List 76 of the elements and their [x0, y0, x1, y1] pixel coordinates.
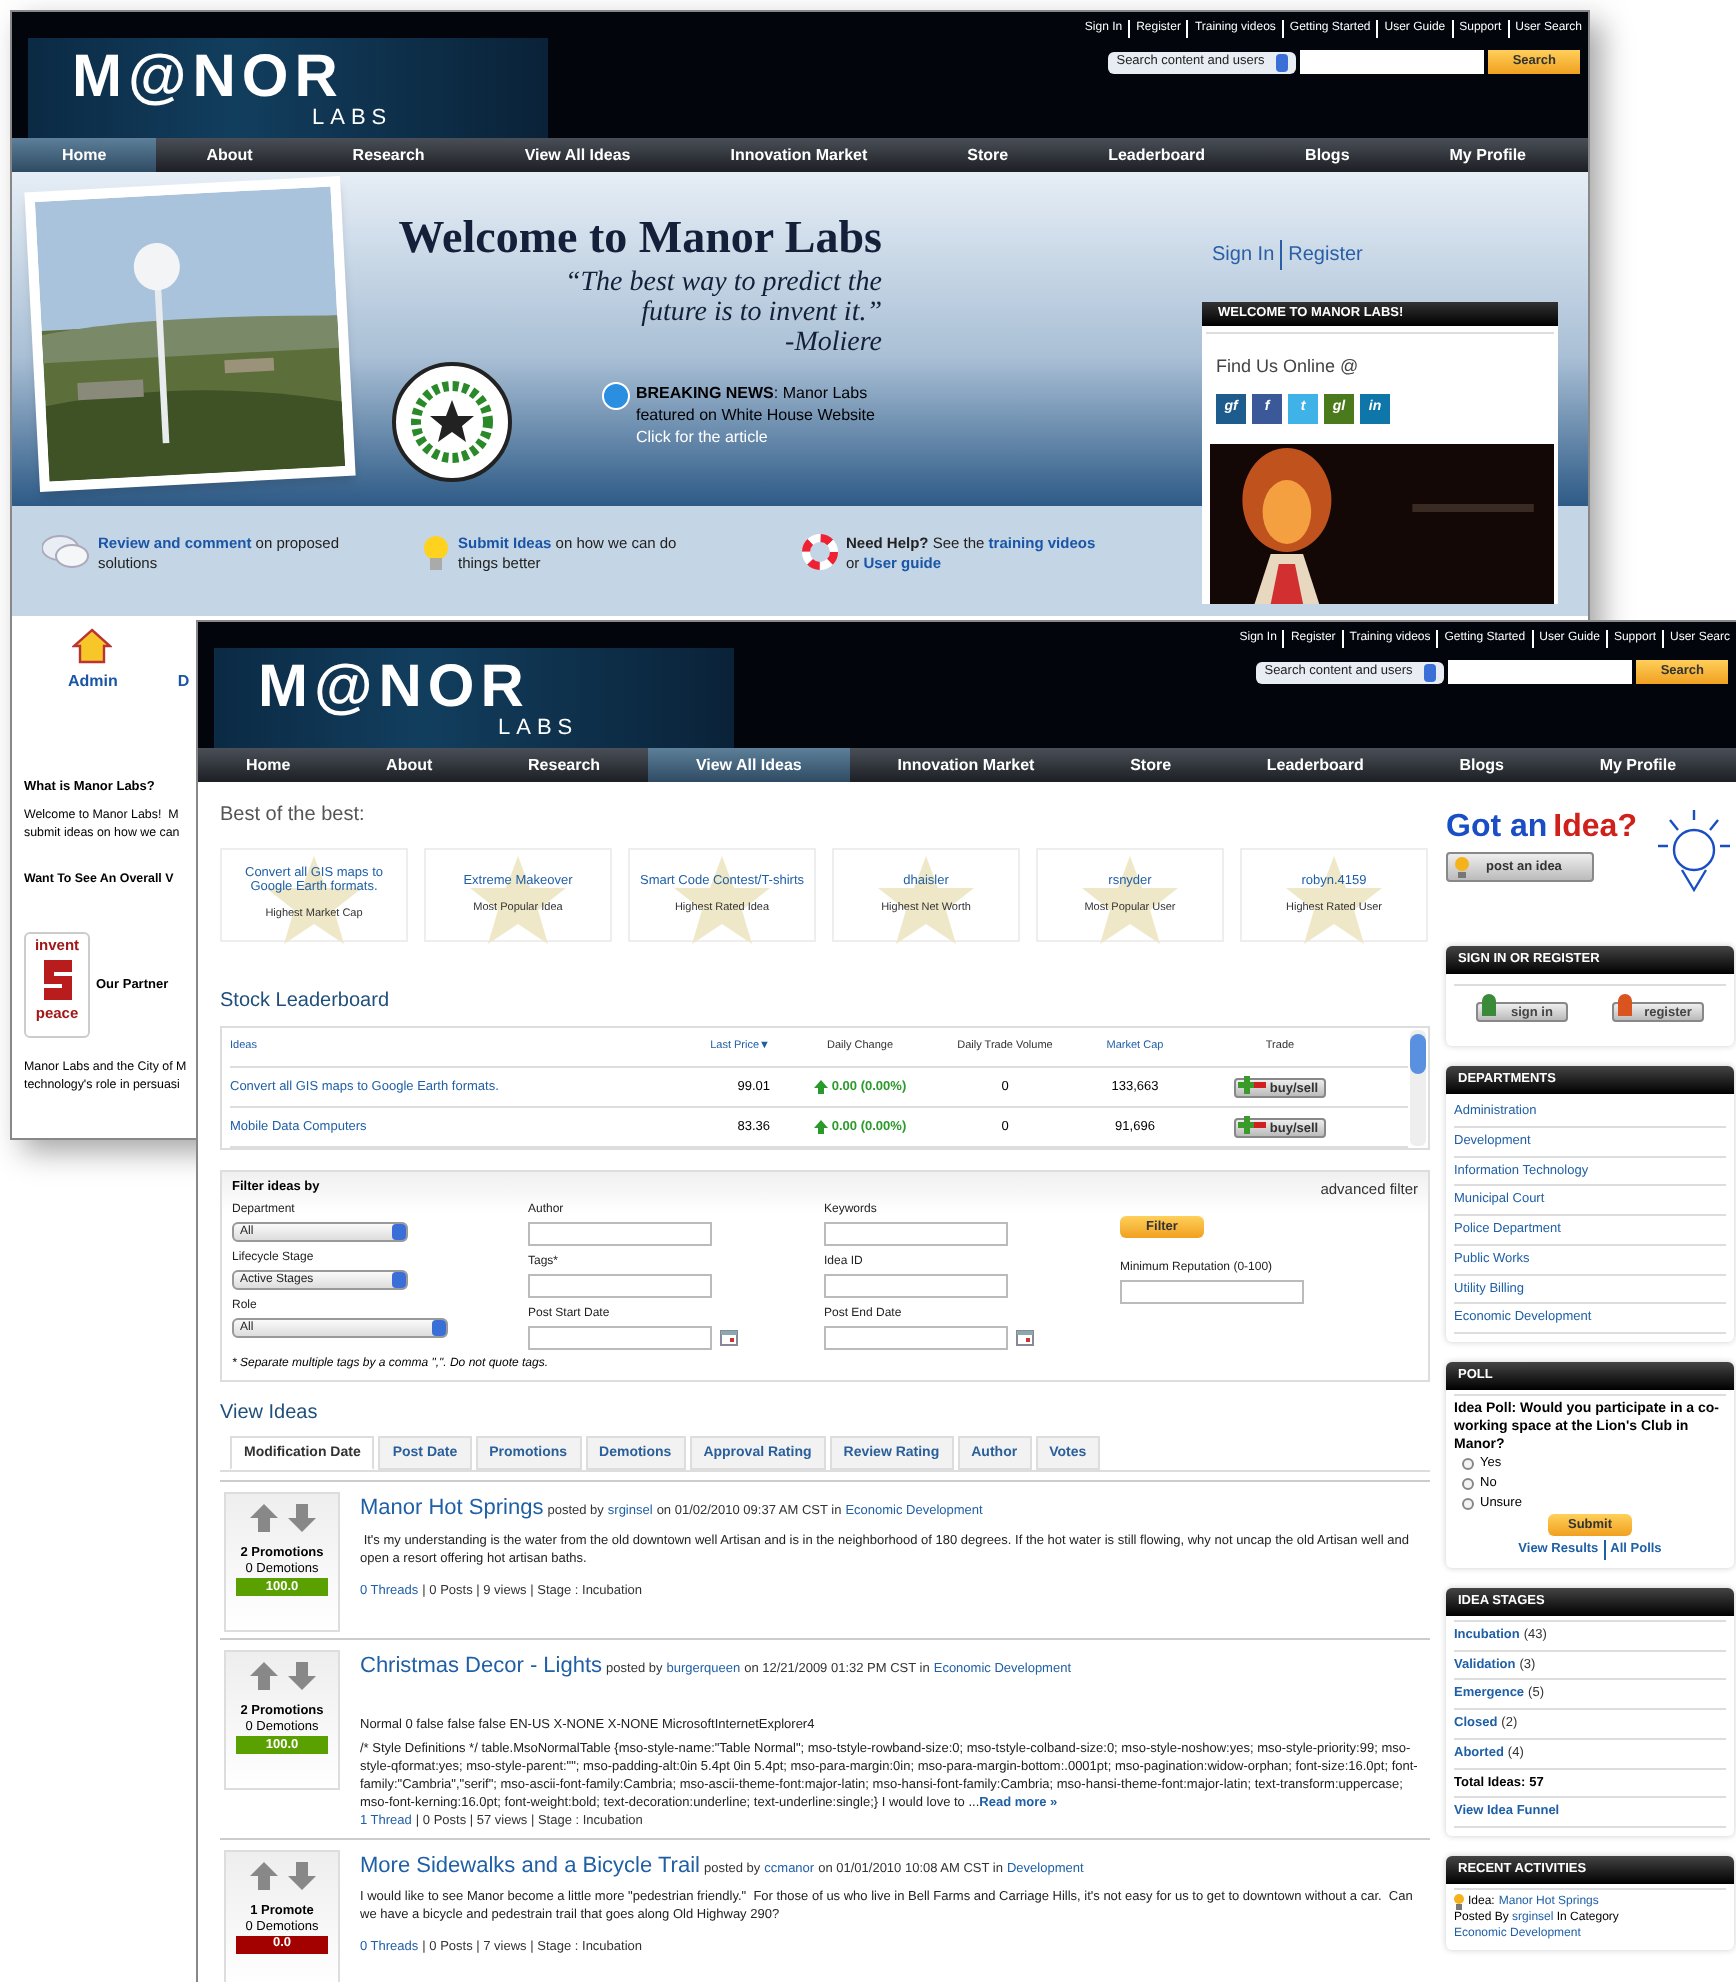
auth-link[interactable]: Register	[1280, 240, 1369, 270]
nav-tab[interactable]: Leaderboard	[1058, 138, 1256, 172]
down-arrow-icon[interactable]	[285, 1660, 317, 1693]
lifebuoy-icon	[802, 534, 838, 570]
plus-minus-icon	[1238, 1115, 1266, 1133]
auth-link[interactable]: Sign In	[1206, 240, 1281, 270]
calendar-icon[interactable]	[720, 1330, 738, 1347]
input-field[interactable]	[528, 1222, 712, 1247]
plus-minus-icon	[1238, 1075, 1266, 1093]
search-field[interactable]	[1300, 50, 1485, 74]
input-field[interactable]	[528, 1274, 712, 1299]
up-arrow-icon[interactable]	[247, 1859, 279, 1891]
nav-tab[interactable]: View All Ideas	[474, 138, 681, 172]
lightbulb-icon	[422, 534, 450, 574]
input-field[interactable]	[824, 1274, 1008, 1299]
logo-subtitle: LABS	[312, 107, 393, 129]
house-icon	[72, 628, 113, 664]
scrollbar	[1408, 1028, 1428, 1148]
breaking-news-text: BREAKING NEWS: Manor Labs featured on White House Website	[636, 382, 877, 426]
up-trend-icon	[813, 1080, 828, 1094]
input-field[interactable]	[824, 1326, 1008, 1351]
nav-tab[interactable]: Home	[12, 138, 157, 172]
star-icon	[1080, 854, 1180, 946]
down-arrow-icon[interactable]	[285, 1502, 317, 1535]
speech-bubbles-icon	[42, 534, 90, 570]
nav-tab[interactable]: Store	[917, 138, 1059, 172]
quote-author: -Moliere	[785, 328, 882, 358]
radio-button[interactable]	[1462, 1498, 1474, 1510]
idea-title[interactable]: More Sidewalks and a Bicycle Trail	[360, 1849, 700, 1882]
nav-tab[interactable]: Blogs	[1411, 748, 1552, 782]
calendar-icon[interactable]	[1016, 1330, 1034, 1347]
promo-title-accent: Idea?	[1553, 810, 1637, 846]
nav-tab[interactable]: About	[156, 138, 303, 172]
help-icon	[602, 382, 630, 410]
nav-tab[interactable]: Leaderboard	[1218, 748, 1412, 782]
nav-tab[interactable]: My Profile	[1551, 748, 1725, 782]
input-field[interactable]	[1120, 1280, 1304, 1305]
radio-button[interactable]	[1462, 1458, 1474, 1470]
section-title: Stock Leaderboard	[220, 988, 392, 1016]
seal-drawing	[392, 362, 512, 482]
logo-wordmark: M@NOR	[258, 657, 530, 717]
nav-tab[interactable]: Blogs	[1255, 138, 1400, 172]
up-trend-icon	[813, 1120, 828, 1134]
quote-text: “The best way to predict the future is to invent it.”	[564, 268, 882, 328]
idea-title[interactable]: Manor Hot Springs	[360, 1492, 544, 1526]
shortcut-link[interactable]: Admin	[68, 670, 118, 694]
nav-tab[interactable]: Innovation Market	[849, 748, 1083, 782]
nav-tab[interactable]: Store	[1082, 748, 1219, 782]
nav-tab[interactable]: Innovation Market	[680, 138, 918, 172]
nav-tab[interactable]: My Profile	[1399, 138, 1576, 172]
find-us-label: Find Us Online @	[1216, 354, 1361, 380]
logo-subtitle: LABS	[498, 717, 579, 739]
up-arrow-icon[interactable]	[247, 1660, 279, 1693]
search-field[interactable]	[1448, 660, 1633, 684]
nav-tab[interactable]: Home	[198, 748, 339, 782]
section-title: View Ideas	[220, 1400, 320, 1429]
article-link[interactable]: Click for the article	[636, 426, 882, 448]
promo-title: Got an	[1446, 810, 1548, 846]
up-arrow-icon[interactable]	[247, 1502, 279, 1535]
nav-tab[interactable]: About	[338, 748, 481, 782]
nav-tab[interactable]: View All Ideas	[648, 748, 850, 782]
nav-tab[interactable]: Research	[480, 748, 648, 782]
radio-button[interactable]	[1462, 1478, 1474, 1490]
lightbulb-icon	[1454, 1894, 1464, 1910]
input-field[interactable]	[824, 1222, 1008, 1247]
input-field[interactable]	[528, 1326, 712, 1351]
lightbulb-icon	[1454, 855, 1470, 879]
welcome-title: Welcome to Manor Labs	[398, 212, 882, 264]
star-icon	[1284, 854, 1384, 946]
down-arrow-icon[interactable]	[285, 1859, 317, 1891]
star-icon	[876, 854, 976, 946]
nav-tab[interactable]: Research	[302, 138, 475, 172]
logo-wordmark: M@NOR	[72, 47, 344, 107]
section-title: Best of the best:	[220, 802, 367, 830]
shortcut-link[interactable]: D	[177, 670, 190, 694]
idea-title[interactable]: Christmas Decor - Lights	[360, 1650, 603, 1684]
